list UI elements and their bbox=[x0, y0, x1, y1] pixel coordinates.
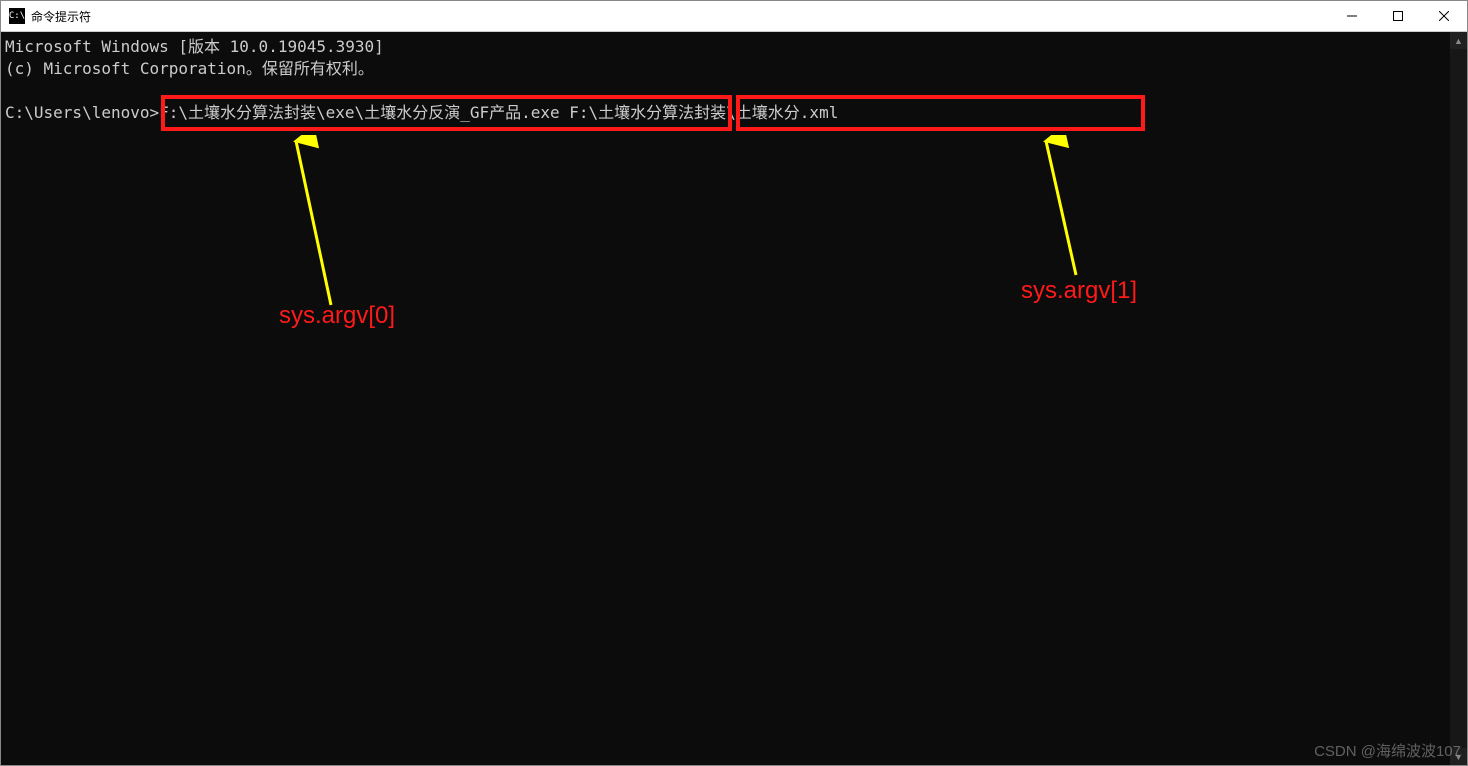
cmd-app-icon: C:\ bbox=[9, 8, 25, 24]
maximize-icon bbox=[1393, 11, 1403, 21]
highlight-box-arg1 bbox=[736, 95, 1145, 131]
titlebar[interactable]: C:\ 命令提示符 bbox=[1, 1, 1467, 32]
label-argv1: sys.argv[1] bbox=[1021, 277, 1137, 305]
console-line-version: Microsoft Windows [版本 10.0.19045.3930] bbox=[5, 37, 384, 56]
scroll-up-button[interactable]: ▲ bbox=[1450, 32, 1467, 49]
label-argv0: sys.argv[0] bbox=[279, 302, 395, 330]
highlight-box-arg0 bbox=[161, 95, 732, 131]
vertical-scrollbar[interactable]: ▲ ▼ bbox=[1450, 32, 1467, 765]
console-line-copyright: (c) Microsoft Corporation。保留所有权利。 bbox=[5, 59, 374, 78]
arrow-arg0 bbox=[271, 135, 351, 315]
arrow-arg1 bbox=[1021, 135, 1101, 285]
maximize-button[interactable] bbox=[1375, 1, 1421, 31]
cmd-window: C:\ 命令提示符 Microsoft Windows [版本 10.0.190… bbox=[0, 0, 1468, 766]
console-prompt: C:\Users\lenovo> bbox=[5, 103, 159, 122]
minimize-icon bbox=[1347, 11, 1357, 21]
watermark: CSDN @海绵波波107 bbox=[1314, 740, 1461, 761]
close-button[interactable] bbox=[1421, 1, 1467, 31]
window-title: 命令提示符 bbox=[31, 8, 91, 25]
minimize-button[interactable] bbox=[1329, 1, 1375, 31]
close-icon bbox=[1439, 11, 1449, 21]
console-area[interactable]: Microsoft Windows [版本 10.0.19045.3930] (… bbox=[1, 32, 1467, 765]
chevron-up-icon: ▲ bbox=[1454, 36, 1463, 46]
